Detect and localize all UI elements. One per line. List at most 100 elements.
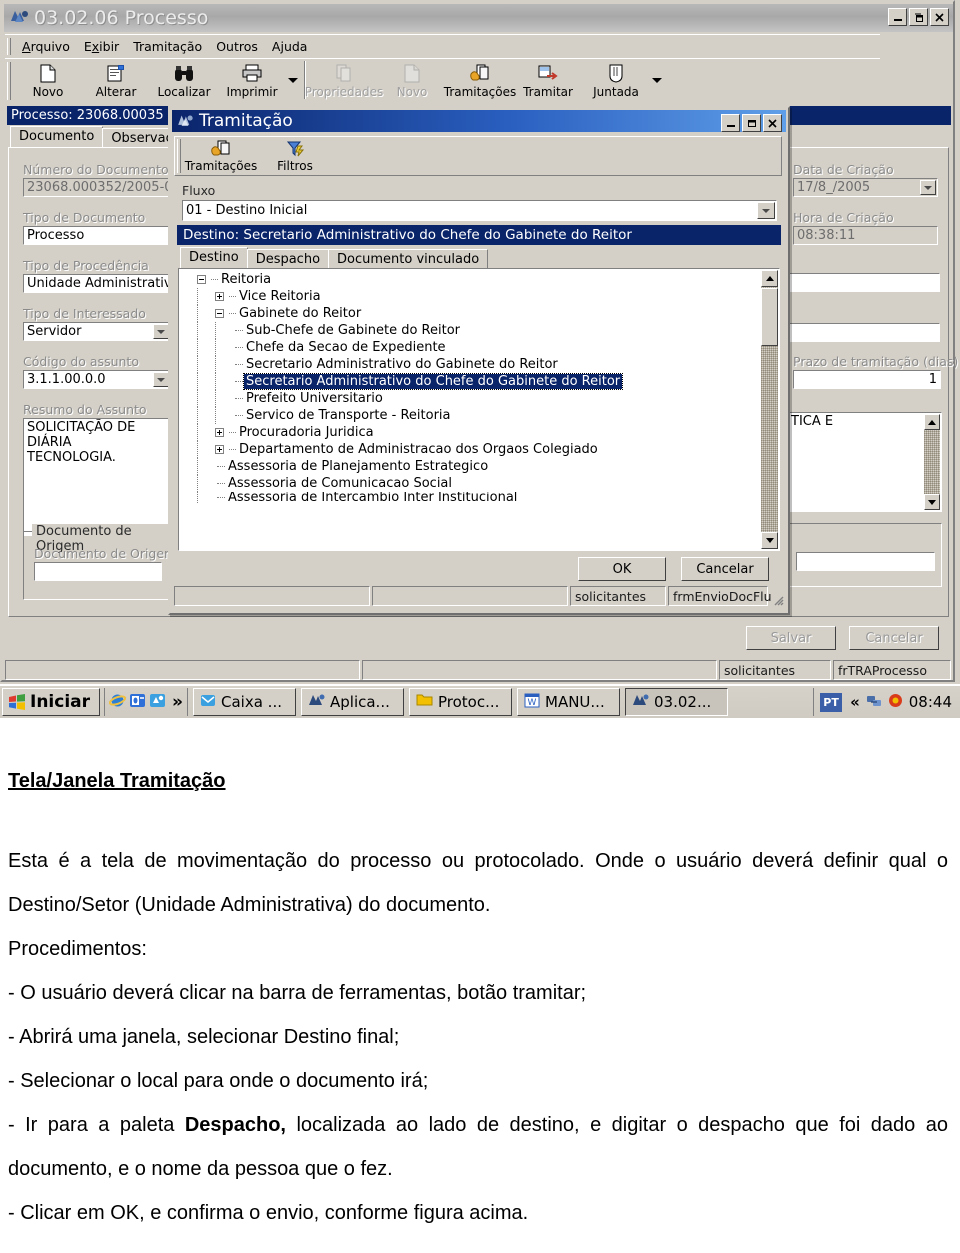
input-right-unnamed-3[interactable]	[796, 552, 935, 571]
tree-expand-icon[interactable]	[215, 428, 224, 437]
quicklaunch-overflow-icon[interactable]: »	[172, 692, 183, 712]
tree-item[interactable]: Assessoria de Intercambio Inter Instituc…	[179, 492, 761, 503]
tray-overflow-icon[interactable]: «	[850, 693, 860, 711]
toolbar-gripper[interactable]	[7, 62, 11, 100]
tree-expand-icon[interactable]	[215, 292, 224, 301]
dialog-close-button[interactable]	[763, 114, 782, 132]
dialog-minimize-button[interactable]	[721, 114, 740, 132]
taskbar-item-aplica[interactable]: Aplica...	[301, 688, 404, 716]
toolbar-print-dropdown[interactable]	[286, 59, 300, 101]
input-numero-documento[interactable]: 23068.000352/2005-07	[23, 178, 171, 197]
outlook-icon[interactable]	[129, 692, 146, 713]
tree-item[interactable]: Procuradoria Juridica	[179, 424, 761, 441]
toolbar-button-novo[interactable]: Novo	[14, 59, 82, 101]
toolbar-button-novo-2[interactable]: Novo	[378, 59, 446, 101]
dialog-toolbar-button-filtros[interactable]: Filtros	[258, 137, 332, 175]
tree-collapse-icon[interactable]	[197, 275, 206, 284]
tree-item[interactable]: Gabinete do Reitor	[179, 305, 761, 322]
menu-exibir[interactable]: Exibir	[77, 37, 126, 56]
cancel-button[interactable]: Cancelar	[849, 626, 939, 650]
chevron-down-icon[interactable]	[153, 372, 169, 387]
tree-guide	[197, 407, 198, 424]
tree-item[interactable]: Reitoria	[179, 271, 761, 288]
input-fluxo[interactable]: 01 - Destino Inicial	[182, 200, 777, 221]
destino-tree-panel[interactable]: Reitoria Vice Reitoria Gabinete do Reito…	[178, 268, 780, 551]
ok-button[interactable]: OK	[578, 557, 666, 581]
minimize-button[interactable]	[888, 8, 907, 26]
input-tipo-documento[interactable]: Processo	[23, 226, 171, 245]
tree-item[interactable]: Assessoria de Comunicacao Social	[179, 475, 761, 492]
tree-item[interactable]: Servico de Transporte - Reitoria	[179, 407, 761, 424]
app-shortcut-icon[interactable]	[149, 692, 166, 713]
destino-tree[interactable]: Reitoria Vice Reitoria Gabinete do Reito…	[179, 271, 761, 503]
taskbar-item-manu[interactable]: W MANU...	[517, 688, 620, 716]
scroll-down-icon[interactable]	[761, 532, 778, 549]
taskbar-item-caixa[interactable]: Caixa ...	[193, 688, 296, 716]
dialog-cancel-button[interactable]: Cancelar	[681, 557, 769, 581]
tab-documento[interactable]: Documento	[10, 126, 104, 149]
taskbar-item-protoc[interactable]: Protoc...	[409, 688, 512, 716]
taskbar-clock[interactable]: 08:44	[909, 693, 952, 711]
menu-arquivo[interactable]: AArquivorquivo	[15, 37, 77, 56]
tree-item[interactable]: Chefe da Secao de Expediente	[179, 339, 761, 356]
tree-item[interactable]: Departamento de Administracao dos Orgaos…	[179, 441, 761, 458]
input-right-unnamed-2[interactable]	[787, 323, 940, 342]
scroll-up-icon[interactable]	[924, 414, 940, 430]
chevron-down-icon[interactable]	[757, 202, 775, 219]
network-icon[interactable]	[866, 693, 882, 712]
tree-vertical-scrollbar[interactable]	[761, 270, 778, 549]
scroll-thumb[interactable]	[761, 288, 778, 346]
save-button[interactable]: Salvar	[746, 626, 836, 650]
input-hora-criacao[interactable]: 08:38:11	[793, 226, 938, 245]
toolbar-overflow-dropdown[interactable]	[650, 59, 664, 101]
input-codigo-assunto[interactable]: 3.1.1.00.0.0	[23, 370, 171, 389]
tab-despacho[interactable]: Despacho	[246, 249, 330, 270]
menu-ajuda[interactable]: Ajuda	[265, 37, 315, 56]
tree-item-selected[interactable]: Secretario Administrativo do Chefe do Ga…	[179, 373, 761, 390]
vertical-scrollbar[interactable]	[924, 414, 940, 510]
close-button[interactable]	[930, 8, 949, 26]
menu-tramitacao[interactable]: Tramitação	[126, 37, 209, 56]
toolbar-button-juntada[interactable]: Juntada	[582, 59, 650, 101]
tree-expand-icon[interactable]	[215, 445, 224, 454]
tree-item[interactable]: Vice Reitoria	[179, 288, 761, 305]
tree-item[interactable]: Prefeito Universitario	[179, 390, 761, 407]
toolbar-button-propriedades[interactable]: Propriedades	[305, 59, 383, 101]
tree-item[interactable]: Secretario Administrativo do Gabinete do…	[179, 356, 761, 373]
internet-explorer-icon[interactable]	[108, 692, 127, 713]
start-button[interactable]: Iniciar	[2, 688, 101, 716]
input-tipo-procedencia[interactable]: Unidade Administrativa	[23, 274, 171, 293]
tree-item[interactable]: Sub-Chefe de Gabinete do Reitor	[179, 322, 761, 339]
input-prazo-tramitacao[interactable]: 1	[793, 370, 941, 389]
toolbar-button-alterar[interactable]: Alterar	[82, 59, 150, 101]
toolbar-button-imprimir[interactable]: Imprimir	[218, 59, 286, 101]
toolbar-button-tramitacoes[interactable]: Tramitações	[444, 59, 516, 101]
toolbar-button-localizar[interactable]: Localizar	[150, 59, 218, 101]
restore-button[interactable]	[909, 8, 928, 26]
input-data-criacao[interactable]: 17/8_/2005	[793, 178, 938, 197]
dialog-toolbar-gripper[interactable]	[177, 139, 181, 173]
dialog-toolbar-button-tramitacoes[interactable]: Tramitações	[184, 137, 258, 175]
menu-outros[interactable]: Outros	[209, 37, 265, 56]
tree-guide	[197, 339, 198, 356]
input-tipo-interessado[interactable]: Servidor	[23, 322, 171, 341]
tree-item[interactable]: Assessoria de Planejamento Estrategico	[179, 458, 761, 475]
tab-documento-vinculado[interactable]: Documento vinculado	[328, 249, 489, 270]
tab-destino[interactable]: Destino	[180, 247, 248, 270]
scroll-down-icon[interactable]	[924, 494, 940, 510]
resize-grip-icon[interactable]	[770, 586, 784, 606]
scroll-up-icon[interactable]	[761, 270, 778, 287]
input-resumo-assunto[interactable]: SOLICITAÇÃO DE DIÁRIA TECNOLOGIA.	[23, 418, 171, 536]
antivirus-icon[interactable]	[888, 693, 903, 712]
language-indicator[interactable]: PT	[820, 692, 843, 712]
taskbar-item-processo[interactable]: 03.02...	[625, 688, 728, 716]
toolbar-button-tramitar[interactable]: Tramitar	[514, 59, 582, 101]
dialog-restore-button[interactable]	[742, 114, 761, 132]
tree-collapse-icon[interactable]	[215, 309, 224, 318]
input-right-unnamed-1[interactable]	[787, 273, 940, 292]
chevron-down-icon[interactable]	[920, 180, 936, 195]
menubar-gripper[interactable]	[7, 37, 11, 55]
chevron-down-icon[interactable]	[153, 324, 169, 339]
input-resumo-right[interactable]: TICA E	[787, 412, 942, 512]
input-documento-origem[interactable]	[34, 562, 162, 581]
